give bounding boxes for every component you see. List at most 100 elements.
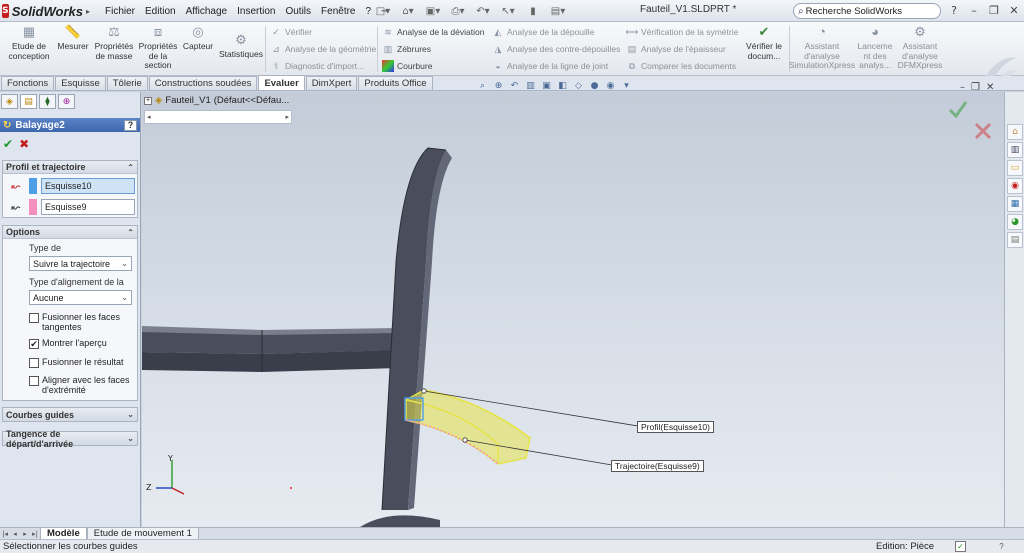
next-tab-icon[interactable]: ▸ [20,529,30,539]
thickness-analysis-button[interactable]: ▤ Analyse de l'épaisseur [626,43,726,55]
curvature-button[interactable]: Courbure [382,60,432,72]
section-properties-button[interactable]: ⧈ Propriétés de la section [137,24,179,71]
cancel-button[interactable]: ✖ [19,137,29,151]
tab-model[interactable]: Modèle [40,527,87,540]
options-header[interactable]: Options ⌃ [3,226,137,239]
merge-result-checkbox[interactable]: Fusionner le résultat [29,357,124,368]
compare-documents-button[interactable]: ⧉ Comparer les documents [626,60,736,72]
previous-view-icon[interactable]: ↶ [508,80,521,92]
doc-minimize-button[interactable]: – [960,82,965,93]
zebra-stripes-button[interactable]: ▥ Zébrures [382,43,431,55]
search-results-icon[interactable]: ◉ [1007,178,1023,194]
save-icon[interactable]: ▣▾ [422,3,444,19]
menu-insertion[interactable]: Insertion [232,6,280,17]
launch-analysis-button[interactable]: ◕ Lanceme nt des analys... [855,24,895,71]
last-tab-icon[interactable]: ▸| [30,529,40,539]
tangency-header[interactable]: Tangence de départ/d'arrivée ⌄ [3,429,137,449]
prev-tab-icon[interactable]: ◂ [10,529,20,539]
geometry-analysis-button[interactable]: ⊿ Analyse de la géométrie [270,43,376,55]
graphics-area[interactable]: Y Z Profil(Esquisse10) Trajectoire(Esqui… [142,92,1004,527]
alignment-type-select[interactable]: Aucune ⌄ [29,290,132,305]
doc-close-button[interactable]: ✕ [986,82,994,93]
path-callout[interactable]: Trajectoire(Esquisse9) [611,460,704,472]
custom-properties-icon[interactable]: ▤ [1007,232,1023,248]
doc-restore-button[interactable]: ❐ [971,82,980,93]
search-box[interactable]: ⌕ Recherche SolidWorks [793,3,941,19]
checkbox-box[interactable]: ✔ [29,339,39,349]
appearances-icon[interactable]: ◕ [1007,214,1023,230]
menu-fichier[interactable]: Fichier [100,6,140,17]
expand-icon[interactable]: + [144,96,152,105]
file-explorer-icon[interactable]: ▭ [1007,160,1023,176]
tab-tolerie[interactable]: Tôlerie [106,76,148,90]
new-document-icon[interactable]: □▾ [372,3,394,19]
tab-produits-office[interactable]: Produits Office [358,76,433,90]
feature-tree-root[interactable]: Fauteil_V1 [165,95,210,106]
view-settings-icon[interactable]: ▾ [620,80,633,92]
undercut-analysis-button[interactable]: ◮ Analyse des contre-dépouilles [492,43,621,55]
profile-path-header[interactable]: Profil et trajectoire ⌃ [3,161,137,174]
dfmxpress-button[interactable]: ⚙ Assistant d'analyse DFMXpress [897,24,943,71]
checkbox-box[interactable] [29,376,39,386]
simulationxpress-button[interactable]: ◔ Assistant d'analyse SimulationXpress [789,24,855,71]
tab-motion-study[interactable]: Etude de mouvement 1 [86,527,199,540]
merge-tangent-faces-checkbox[interactable]: Fusionner les faces tangentes [29,312,128,332]
help-button[interactable]: ? [124,119,137,131]
confirm-cancel-icon[interactable] [974,122,992,140]
checkbox-box[interactable] [29,358,39,368]
section-view-icon[interactable]: ▥ [524,80,537,92]
minimize-button[interactable]: – [964,2,984,19]
first-tab-icon[interactable]: |◂ [0,529,10,539]
search-input[interactable]: Recherche SolidWorks [806,6,902,17]
feature-tree-tab-icon[interactable]: ◈ [1,94,18,109]
ok-button[interactable]: ✔ [3,137,13,151]
view-palette-icon[interactable]: ▦ [1007,196,1023,212]
tab-esquisse[interactable]: Esquisse [55,76,106,90]
deviation-analysis-button[interactable]: ≋ Analyse de la déviation [382,26,484,38]
tab-fonctions[interactable]: Fonctions [1,76,55,90]
rebuild-icon[interactable]: ▮ [522,3,544,19]
help-icon[interactable]: ? [944,2,964,19]
restore-button[interactable]: ❐ [984,2,1004,19]
statistics-button[interactable]: ⚙ Statistiques [218,32,264,60]
tab-evaluer[interactable]: Evaluer [258,75,305,90]
scroll-left-icon[interactable]: ◂ [147,113,151,121]
scroll-right-icon[interactable]: ▸ [285,113,289,121]
sensor-button[interactable]: ◎ Capteur [181,24,215,52]
options-icon[interactable]: ▤▾ [547,3,569,19]
undo-icon[interactable]: ↶▾ [472,3,494,19]
verify-button[interactable]: ✓ Vérifier [270,26,312,38]
design-library-icon[interactable]: ▥ [1007,142,1023,158]
menu-fenetre[interactable]: Fenêtre [316,6,360,17]
guide-curves-header[interactable]: Courbes guides ⌄ [3,408,137,421]
zoom-to-area-icon[interactable]: ⊕ [492,80,505,92]
menu-affichage[interactable]: Affichage [181,6,233,17]
zoom-to-fit-icon[interactable]: ⌕ [476,80,489,92]
align-end-faces-checkbox[interactable]: Aligner avec les faces d'extrémité [29,375,134,395]
apply-scene-icon[interactable]: ◉ [604,80,617,92]
confirm-check-icon[interactable] [948,101,968,119]
menu-outils[interactable]: Outils [280,6,316,17]
edit-appearance-icon[interactable]: ● [588,80,601,92]
menu-edition[interactable]: Edition [140,6,181,17]
verify-document-button[interactable]: ✔ Vérifier le docum... [742,24,786,61]
import-diagnostics-button[interactable]: ⚕ Diagnostic d'import... [270,60,365,72]
configuration-tab-icon[interactable]: ⧫ [39,94,56,109]
dimxpert-tab-icon[interactable]: ⊕ [58,94,75,109]
select-icon[interactable]: ↖▾ [497,3,519,19]
profile-callout[interactable]: Profil(Esquisse10) [637,421,714,433]
view-orientation-icon[interactable]: ▣ [540,80,553,92]
tab-constructions-soudees[interactable]: Constructions soudées [148,76,258,90]
rebuild-status-icon[interactable]: ✓ [955,541,966,552]
hide-show-icon[interactable]: ◇ [572,80,585,92]
path-selection-box[interactable]: Esquisse9 [41,199,135,215]
parting-line-analysis-button[interactable]: ◒ Analyse de la ligne de joint [492,60,608,72]
profile-selection-box[interactable]: Esquisse10 [41,178,135,194]
guide-curves-group[interactable]: Courbes guides ⌄ [2,407,138,422]
tree-scrollbar[interactable]: ◂ ▸ [144,110,292,124]
show-preview-checkbox[interactable]: ✔ Montrer l'aperçu [29,338,107,349]
mass-properties-button[interactable]: ⚖ Propriétés de masse [92,24,136,61]
display-style-icon[interactable]: ◧ [556,80,569,92]
close-button[interactable]: ✕ [1004,2,1024,19]
model-view[interactable]: Y Z [142,92,1004,527]
